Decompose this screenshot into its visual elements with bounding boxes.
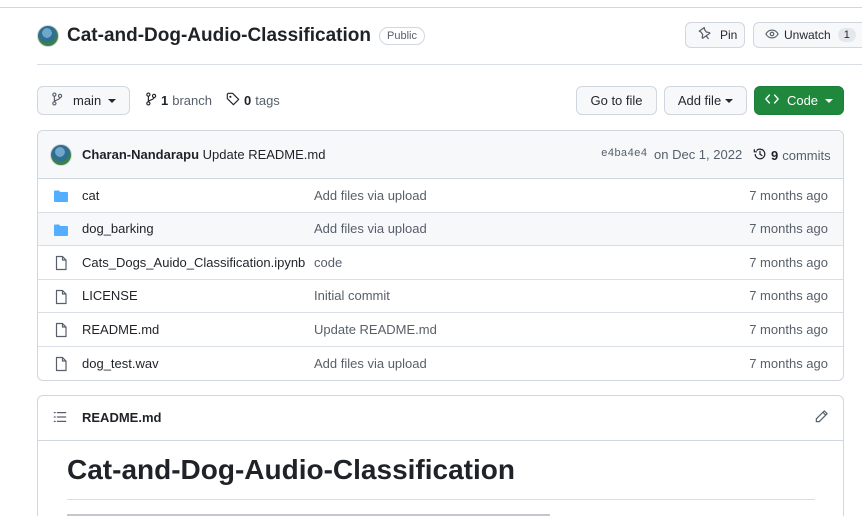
author-avatar[interactable] xyxy=(50,144,72,166)
file-commit-message[interactable]: Update README.md xyxy=(314,322,437,337)
commits-link[interactable]: 9 commits xyxy=(753,147,831,164)
repo-header: Cat-and-Dog-Audio-Classification Public xyxy=(37,24,425,48)
pencil-icon[interactable] xyxy=(814,409,829,427)
branch-word: branch xyxy=(172,93,212,108)
readme-heading: Cat-and-Dog-Audio-Classification xyxy=(67,454,515,485)
tags-link[interactable]: 0 tags xyxy=(226,92,280,109)
file-age: 7 months ago xyxy=(749,355,828,371)
file-name[interactable]: LICENSE xyxy=(82,288,138,303)
commit-count: 9 xyxy=(771,148,779,163)
top-border xyxy=(0,7,862,8)
commit-date: on Dec 1, 2022 xyxy=(654,147,743,162)
readme-header: README.md xyxy=(38,396,843,441)
eye-icon xyxy=(765,27,779,44)
branch-icon xyxy=(51,92,63,109)
unwatch-button[interactable]: Unwatch 1 xyxy=(753,22,862,48)
file-row[interactable]: dog_barking Add files via upload 7 month… xyxy=(38,212,843,246)
go-to-file-button[interactable]: Go to file xyxy=(576,86,657,115)
readme-title[interactable]: README.md xyxy=(82,410,161,425)
tag-count: 0 xyxy=(244,93,252,108)
pin-button[interactable]: Pin xyxy=(685,22,745,48)
file-commit-message[interactable]: code xyxy=(314,255,342,270)
file-row[interactable]: dog_test.wav Add files via upload 7 mont… xyxy=(38,347,843,381)
commit-message: Charan-Nandarapu Update README.md xyxy=(82,147,325,162)
visibility-badge: Public xyxy=(379,27,425,45)
file-name[interactable]: dog_test.wav xyxy=(82,356,159,371)
heading-rule xyxy=(67,499,815,500)
branch-icon xyxy=(145,92,157,109)
code-icon xyxy=(765,93,779,108)
pin-icon xyxy=(698,26,712,44)
file-age: 7 months ago xyxy=(749,187,828,203)
list-icon[interactable] xyxy=(53,410,67,427)
file-icon xyxy=(53,356,69,372)
file-age: 7 months ago xyxy=(749,321,828,337)
chevron-down-icon xyxy=(108,98,117,103)
file-commit-message[interactable]: Add files via upload xyxy=(314,221,427,236)
latest-commit-bar: Charan-Nandarapu Update README.md e4ba4e… xyxy=(38,131,843,179)
file-commit-message[interactable]: Add files via upload xyxy=(314,188,427,203)
file-icon xyxy=(53,322,69,338)
chevron-down-icon xyxy=(825,98,834,103)
unwatch-label: Unwatch xyxy=(784,28,831,42)
file-name[interactable]: README.md xyxy=(82,322,159,337)
pin-label: Pin xyxy=(720,28,738,42)
file-name[interactable]: dog_barking xyxy=(82,221,154,236)
branches-link[interactable]: 1 branch xyxy=(145,92,212,109)
code-label: Code xyxy=(786,93,819,108)
file-row[interactable]: Cats_Dogs_Auido_Classification.ipynb cod… xyxy=(38,246,843,280)
folder-icon xyxy=(53,188,69,204)
file-name[interactable]: cat xyxy=(82,188,99,203)
folder-icon xyxy=(53,222,69,238)
readme-box: README.md Cat-and-Dog-Audio-Classificati… xyxy=(37,395,844,516)
header-divider xyxy=(37,64,862,65)
watch-counter: 1 xyxy=(837,28,856,42)
commit-sha[interactable]: e4ba4e4 xyxy=(601,148,647,160)
add-file-label: Add file xyxy=(677,93,722,108)
file-commit-message[interactable]: Add files via upload xyxy=(314,356,427,371)
commit-text[interactable]: Update README.md xyxy=(203,147,326,162)
add-file-button[interactable]: Add file xyxy=(664,86,747,115)
repo-name[interactable]: Cat-and-Dog-Audio-Classification xyxy=(67,25,371,47)
tag-icon xyxy=(226,92,240,109)
chevron-down-icon xyxy=(725,98,734,103)
file-age: 7 months ago xyxy=(749,221,828,237)
file-row[interactable]: LICENSE Initial commit 7 months ago xyxy=(38,280,843,313)
branch-count: 1 xyxy=(161,93,169,108)
commit-author[interactable]: Charan-Nandarapu xyxy=(82,147,199,162)
file-icon xyxy=(53,289,69,305)
branch-name: main xyxy=(73,93,102,108)
file-list-box: Charan-Nandarapu Update README.md e4ba4e… xyxy=(37,130,844,381)
owner-avatar[interactable] xyxy=(37,25,59,47)
file-name[interactable]: Cats_Dogs_Auido_Classification.ipynb xyxy=(82,255,305,270)
commit-word: commits xyxy=(782,148,831,163)
branch-select-button[interactable]: main xyxy=(37,86,130,115)
file-age: 7 months ago xyxy=(749,288,828,304)
code-button[interactable]: Code xyxy=(754,86,844,115)
file-row[interactable]: cat Add files via upload 7 months ago xyxy=(38,179,843,213)
file-commit-message[interactable]: Initial commit xyxy=(314,288,390,303)
file-icon xyxy=(53,255,69,271)
history-icon xyxy=(753,147,767,164)
file-age: 7 months ago xyxy=(749,254,828,270)
tag-word: tags xyxy=(255,93,280,108)
file-row[interactable]: README.md Update README.md 7 months ago xyxy=(38,313,843,347)
